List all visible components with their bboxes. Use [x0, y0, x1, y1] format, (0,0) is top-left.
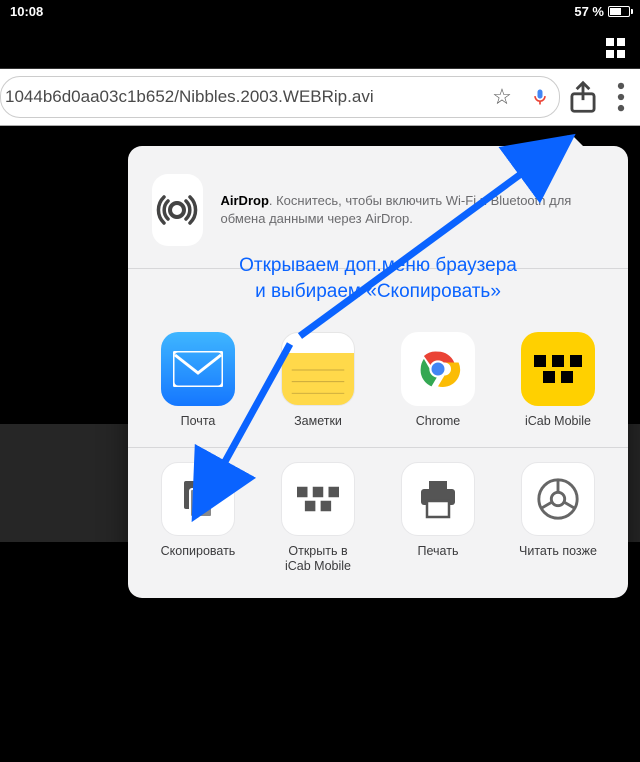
action-label: Открыть в iCab Mobile [285, 544, 351, 574]
action-copy[interactable]: Скопировать [143, 462, 253, 574]
copy-icon [161, 462, 235, 536]
mic-icon [530, 87, 550, 107]
bookmark-button[interactable]: ☆ [483, 76, 521, 118]
menu-button[interactable] [602, 76, 640, 118]
share-button[interactable] [564, 76, 602, 118]
share-app-notes[interactable]: Заметки [263, 332, 373, 429]
mail-icon [161, 332, 235, 406]
voice-search-button[interactable] [521, 76, 559, 118]
app-label: Chrome [416, 414, 460, 429]
battery-icon [608, 6, 630, 17]
share-app-chrome[interactable]: Chrome [383, 332, 493, 429]
icab-icon [521, 332, 595, 406]
airdrop-icon [152, 174, 203, 246]
action-label: Читать позже [519, 544, 597, 559]
action-label: Печать [418, 544, 459, 559]
tab-switcher-icon[interactable] [606, 38, 626, 58]
url-text: 1044b6d0aa03c1b652/Nibbles.2003.WEBRip.a… [1, 87, 483, 107]
tutorial-annotation: Открываем доп.меню браузера и выбираем «… [128, 251, 628, 318]
app-label: iCab Mobile [525, 414, 591, 429]
omnibox[interactable]: 1044b6d0aa03c1b652/Nibbles.2003.WEBRip.a… [0, 76, 560, 118]
status-time: 10:08 [10, 4, 43, 19]
share-icon [564, 78, 602, 116]
browser-toolbar: 1044b6d0aa03c1b652/Nibbles.2003.WEBRip.a… [0, 68, 640, 126]
share-app-icab[interactable]: iCab Mobile [503, 332, 613, 429]
icab-action-icon [281, 462, 355, 536]
action-read-later[interactable]: Читать позже [503, 462, 613, 574]
kebab-icon [602, 78, 640, 116]
share-actions-row: Скопировать Открыть в iCab Mobile Печать… [128, 448, 628, 598]
status-bar: 10:08 57 % [0, 0, 640, 22]
app-label: Почта [181, 414, 216, 429]
action-print[interactable]: Печать [383, 462, 493, 574]
action-label: Скопировать [161, 544, 236, 559]
star-icon: ☆ [492, 84, 512, 110]
share-apps-row: Почта Заметки Chrome iCab Mobile [128, 318, 628, 448]
action-open-icab[interactable]: Открыть в iCab Mobile [263, 462, 373, 574]
browser-top-area [0, 22, 640, 68]
share-sheet: AirDrop. Коснитесь, чтобы включить Wi-Fi… [128, 146, 628, 598]
battery-pct: 57 % [574, 4, 604, 19]
notes-icon [281, 332, 355, 406]
chrome-icon [401, 332, 475, 406]
app-label: Заметки [294, 414, 342, 429]
print-icon [401, 462, 475, 536]
chrome-outline-icon [521, 462, 595, 536]
share-app-mail[interactable]: Почта [143, 332, 253, 429]
airdrop-description: AirDrop. Коснитесь, чтобы включить Wi-Fi… [221, 192, 605, 228]
page-content: AirDrop. Коснитесь, чтобы включить Wi-Fi… [0, 126, 640, 762]
